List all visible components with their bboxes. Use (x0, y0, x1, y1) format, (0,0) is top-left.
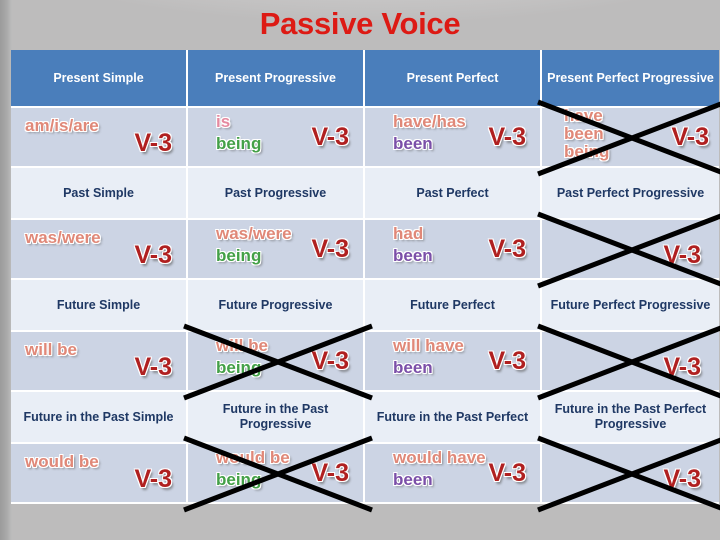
tense-label: Future in the Past Simple (11, 392, 188, 444)
formula-cell: V-3 (537, 435, 720, 513)
auxiliary-verb: is (216, 112, 231, 131)
formula-cell: had been V-3 (365, 220, 542, 280)
column-header: Present Perfect Progressive (542, 50, 719, 108)
verb-third-form: V-3 (663, 241, 701, 269)
tense-label: Past Simple (11, 168, 188, 220)
formula-cell-content: is being V-3 (188, 108, 363, 166)
verb-third-form: V-3 (311, 235, 349, 263)
formula-cell-content: am/is/are V-3 (11, 108, 186, 166)
tense-label: Future Perfect (365, 280, 542, 332)
verb-third-form: V-3 (134, 465, 172, 493)
formula-cell-content: had been V-3 (365, 220, 540, 278)
auxiliary-verb: would be (216, 448, 290, 467)
formula-cell-content: V-3 (537, 211, 720, 289)
formula-cell: is being V-3 (188, 108, 365, 168)
tense-label-row: Future Simple Future Progressive Future Pe… (11, 280, 719, 332)
auxiliary-verb: been (393, 246, 433, 265)
auxiliary-verb: being (216, 246, 262, 265)
tense-label-row: Past Simple Past Progressive Past Perfect P… (11, 168, 719, 220)
formula-cell-content: have/has been V-3 (365, 108, 540, 166)
verb-third-form: V-3 (488, 235, 526, 263)
formula-cell: will be V-3 (11, 332, 188, 392)
auxiliary-verb: will be (25, 340, 77, 359)
column-header: Present Progressive (188, 50, 365, 108)
page-title: Passive Voice (259, 6, 461, 41)
auxiliary-verb: have (564, 106, 603, 125)
tense-label-row: Future in the Past Simple Future in the P… (11, 392, 719, 444)
tense-label: Future Simple (11, 280, 188, 332)
tense-label: Future Progressive (188, 280, 365, 332)
slide-canvas: Passive Voice Present Simple Present Prog… (0, 0, 720, 540)
formula-cell: was/were V-3 (11, 220, 188, 280)
formula-cell: V-3 (537, 323, 720, 401)
tense-label: Past Progressive (188, 168, 365, 220)
tense-label: Past Perfect Progressive (542, 168, 719, 220)
auxiliary-verb: being (216, 358, 262, 377)
auxiliary-verb: had (393, 224, 424, 243)
verb-third-form: V-3 (671, 123, 709, 151)
auxiliary-verb: been (393, 358, 433, 377)
tense-label: Future in the Past Perfect (365, 392, 542, 444)
formula-cell: was/were being V-3 (188, 220, 365, 280)
formula-cell-content: would be being V-3 (183, 435, 373, 513)
auxiliary-verb: would have (393, 448, 486, 467)
verb-third-form: V-3 (134, 241, 172, 269)
tense-label: Future in the Past Progressive (188, 392, 365, 444)
formula-cell: would be being V-3 (183, 435, 373, 513)
passive-voice-table: Present Simple Present Progressive Present… (11, 50, 720, 513)
formula-cell-content: will have been V-3 (365, 332, 540, 390)
formula-cell: will have been V-3 (365, 332, 542, 392)
formula-row: am/is/are V-3 is being V-3 have/has been V-3 hav… (11, 99, 720, 177)
verb-third-form: V-3 (488, 347, 526, 375)
formula-row: would be V-3 would be being V-3 would have bee… (11, 435, 720, 513)
auxiliary-verb: being (216, 470, 262, 489)
auxiliary-verb: am/is/are (25, 116, 99, 135)
auxiliary-verb: will be (216, 336, 268, 355)
header-row: Present Simple Present Progressive Present… (11, 50, 719, 108)
formula-cell-content: was/were being V-3 (188, 220, 363, 278)
tense-label: Past Perfect (365, 168, 542, 220)
auxiliary-verb: been (393, 470, 433, 489)
formula-row: will be V-3 will be being V-3 will have been V-… (11, 323, 720, 401)
auxiliary-verb: have/has (393, 112, 466, 131)
formula-cell: am/is/are V-3 (11, 108, 188, 168)
formula-cell: V-3 (537, 211, 720, 289)
tense-label: Future Perfect Progressive (542, 280, 719, 332)
auxiliary-verb: been (564, 124, 604, 143)
formula-cell: will be being V-3 (183, 323, 373, 401)
column-header: Present Simple (11, 50, 188, 108)
auxiliary-verb: being (216, 134, 262, 153)
auxiliary-verb: will have (393, 336, 464, 355)
auxiliary-verb: been (393, 134, 433, 153)
auxiliary-verb: being (564, 142, 610, 161)
formula-cell-content: would be V-3 (11, 444, 186, 502)
verb-third-form: V-3 (311, 347, 349, 375)
verb-third-form: V-3 (488, 459, 526, 487)
tense-label: Future in the Past Perfect Progressive (542, 392, 719, 444)
verb-third-form: V-3 (311, 459, 349, 487)
formula-cell-content: have been being V-3 (537, 99, 720, 177)
auxiliary-verb: was/were (25, 228, 101, 247)
column-header: Present Perfect (365, 50, 542, 108)
formula-cell-content: was/were V-3 (11, 220, 186, 278)
verb-third-form: V-3 (134, 129, 172, 157)
verb-third-form: V-3 (663, 353, 701, 381)
verb-third-form: V-3 (311, 123, 349, 151)
verb-third-form: V-3 (134, 353, 172, 381)
formula-cell: would be V-3 (11, 444, 188, 504)
verb-third-form: V-3 (663, 465, 701, 493)
formula-cell-content: will be being V-3 (183, 323, 373, 401)
auxiliary-verb: would be (25, 452, 99, 471)
formula-cell: would have been V-3 (365, 444, 542, 504)
formula-cell: have/has been V-3 (365, 108, 542, 168)
formula-cell: have been being V-3 (537, 99, 720, 177)
formula-cell-content: V-3 (537, 323, 720, 401)
auxiliary-verb: was/were (216, 224, 292, 243)
verb-third-form: V-3 (488, 123, 526, 151)
formula-cell-content: would have been V-3 (365, 444, 540, 502)
formula-cell-content: will be V-3 (11, 332, 186, 390)
formula-cell-content: V-3 (537, 435, 720, 513)
formula-row: was/were V-3 was/were being V-3 had been V-3 V-3 (11, 211, 720, 289)
